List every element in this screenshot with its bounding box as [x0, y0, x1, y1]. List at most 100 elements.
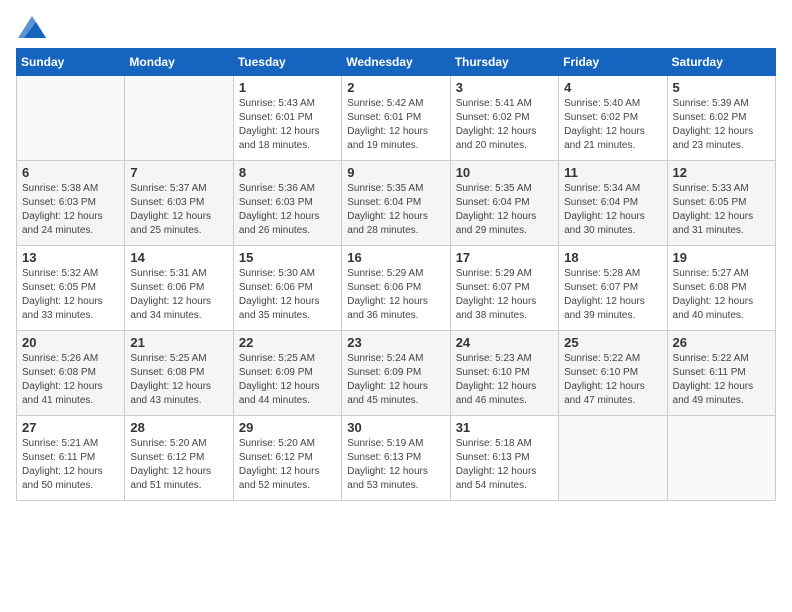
day-number: 26 — [673, 335, 770, 350]
day-number: 20 — [22, 335, 119, 350]
weekday-header-cell: Saturday — [667, 49, 775, 76]
day-number: 16 — [347, 250, 444, 265]
day-info: Sunrise: 5:25 AM Sunset: 6:09 PM Dayligh… — [239, 352, 336, 408]
day-number: 30 — [347, 420, 444, 435]
day-info: Sunrise: 5:35 AM Sunset: 6:04 PM Dayligh… — [347, 182, 444, 238]
calendar-cell: 29 Sunrise: 5:20 AM Sunset: 6:12 PM Dayli… — [233, 416, 341, 501]
day-number: 10 — [456, 165, 553, 180]
logo-icon — [18, 16, 46, 38]
day-info: Sunrise: 5:41 AM Sunset: 6:02 PM Dayligh… — [456, 97, 553, 153]
day-number: 9 — [347, 165, 444, 180]
page-header — [16, 16, 776, 38]
calendar-cell: 18 Sunrise: 5:28 AM Sunset: 6:07 PM Dayli… — [559, 246, 667, 331]
day-number: 29 — [239, 420, 336, 435]
day-info: Sunrise: 5:42 AM Sunset: 6:01 PM Dayligh… — [347, 97, 444, 153]
day-info: Sunrise: 5:23 AM Sunset: 6:10 PM Dayligh… — [456, 352, 553, 408]
day-info: Sunrise: 5:22 AM Sunset: 6:10 PM Dayligh… — [564, 352, 661, 408]
calendar-cell: 3 Sunrise: 5:41 AM Sunset: 6:02 PM Daylig… — [450, 76, 558, 161]
day-info: Sunrise: 5:18 AM Sunset: 6:13 PM Dayligh… — [456, 437, 553, 493]
weekday-header-cell: Friday — [559, 49, 667, 76]
day-number: 17 — [456, 250, 553, 265]
day-number: 6 — [22, 165, 119, 180]
day-info: Sunrise: 5:24 AM Sunset: 6:09 PM Dayligh… — [347, 352, 444, 408]
day-info: Sunrise: 5:36 AM Sunset: 6:03 PM Dayligh… — [239, 182, 336, 238]
calendar-cell: 19 Sunrise: 5:27 AM Sunset: 6:08 PM Dayli… — [667, 246, 775, 331]
day-number: 15 — [239, 250, 336, 265]
calendar-body: 1Sunrise: 5:43 AM Sunset: 6:01 PM Daylig… — [17, 76, 776, 501]
weekday-header-cell: Tuesday — [233, 49, 341, 76]
day-info: Sunrise: 5:35 AM Sunset: 6:04 PM Dayligh… — [456, 182, 553, 238]
calendar-cell: 4 Sunrise: 5:40 AM Sunset: 6:02 PM Daylig… — [559, 76, 667, 161]
calendar-cell: 30 Sunrise: 5:19 AM Sunset: 6:13 PM Dayli… — [342, 416, 450, 501]
calendar-cell: 17 Sunrise: 5:29 AM Sunset: 6:07 PM Dayli… — [450, 246, 558, 331]
day-number: 31 — [456, 420, 553, 435]
day-number: 27 — [22, 420, 119, 435]
day-info: Sunrise: 5:38 AM Sunset: 6:03 PM Dayligh… — [22, 182, 119, 238]
day-info: Sunrise: 5:19 AM Sunset: 6:13 PM Dayligh… — [347, 437, 444, 493]
calendar-week-row: 20 Sunrise: 5:26 AM Sunset: 6:08 PM Dayli… — [17, 331, 776, 416]
calendar-cell: 21Sunrise: 5:25 AM Sunset: 6:08 PM Dayli… — [125, 331, 233, 416]
day-info: Sunrise: 5:22 AM Sunset: 6:11 PM Dayligh… — [673, 352, 770, 408]
calendar-cell — [559, 416, 667, 501]
calendar-cell: 10 Sunrise: 5:35 AM Sunset: 6:04 PM Dayli… — [450, 161, 558, 246]
calendar-week-row: 1Sunrise: 5:43 AM Sunset: 6:01 PM Daylig… — [17, 76, 776, 161]
day-info: Sunrise: 5:20 AM Sunset: 6:12 PM Dayligh… — [239, 437, 336, 493]
day-number: 18 — [564, 250, 661, 265]
day-info: Sunrise: 5:25 AM Sunset: 6:08 PM Dayligh… — [130, 352, 227, 408]
calendar-cell: 9 Sunrise: 5:35 AM Sunset: 6:04 PM Daylig… — [342, 161, 450, 246]
calendar-cell: 25Sunrise: 5:22 AM Sunset: 6:10 PM Dayli… — [559, 331, 667, 416]
calendar-cell: 20 Sunrise: 5:26 AM Sunset: 6:08 PM Dayli… — [17, 331, 125, 416]
day-number: 3 — [456, 80, 553, 95]
day-number: 23 — [347, 335, 444, 350]
day-number: 8 — [239, 165, 336, 180]
calendar-cell: 13 Sunrise: 5:32 AM Sunset: 6:05 PM Dayli… — [17, 246, 125, 331]
calendar-cell: 8 Sunrise: 5:36 AM Sunset: 6:03 PM Daylig… — [233, 161, 341, 246]
weekday-header-cell: Thursday — [450, 49, 558, 76]
calendar-table: SundayMondayTuesdayWednesdayThursdayFrid… — [16, 48, 776, 501]
day-info: Sunrise: 5:29 AM Sunset: 6:07 PM Dayligh… — [456, 267, 553, 323]
calendar-cell: 6 Sunrise: 5:38 AM Sunset: 6:03 PM Daylig… — [17, 161, 125, 246]
weekday-header-cell: Wednesday — [342, 49, 450, 76]
day-number: 4 — [564, 80, 661, 95]
calendar-cell: 28Sunrise: 5:20 AM Sunset: 6:12 PM Dayli… — [125, 416, 233, 501]
calendar-cell: 31 Sunrise: 5:18 AM Sunset: 6:13 PM Dayli… — [450, 416, 558, 501]
day-info: Sunrise: 5:27 AM Sunset: 6:08 PM Dayligh… — [673, 267, 770, 323]
calendar-cell: 24 Sunrise: 5:23 AM Sunset: 6:10 PM Dayli… — [450, 331, 558, 416]
day-number: 2 — [347, 80, 444, 95]
calendar-cell: 27 Sunrise: 5:21 AM Sunset: 6:11 PM Dayli… — [17, 416, 125, 501]
day-info: Sunrise: 5:30 AM Sunset: 6:06 PM Dayligh… — [239, 267, 336, 323]
day-info: Sunrise: 5:39 AM Sunset: 6:02 PM Dayligh… — [673, 97, 770, 153]
weekday-header-cell: Sunday — [17, 49, 125, 76]
calendar-cell: 26 Sunrise: 5:22 AM Sunset: 6:11 PM Dayli… — [667, 331, 775, 416]
day-number: 7 — [130, 165, 227, 180]
day-number: 5 — [673, 80, 770, 95]
calendar-cell: 1Sunrise: 5:43 AM Sunset: 6:01 PM Daylig… — [233, 76, 341, 161]
day-info: Sunrise: 5:37 AM Sunset: 6:03 PM Dayligh… — [130, 182, 227, 238]
calendar-week-row: 6 Sunrise: 5:38 AM Sunset: 6:03 PM Daylig… — [17, 161, 776, 246]
day-info: Sunrise: 5:32 AM Sunset: 6:05 PM Dayligh… — [22, 267, 119, 323]
calendar-cell: 12Sunrise: 5:33 AM Sunset: 6:05 PM Dayli… — [667, 161, 775, 246]
day-info: Sunrise: 5:28 AM Sunset: 6:07 PM Dayligh… — [564, 267, 661, 323]
calendar-cell: 7 Sunrise: 5:37 AM Sunset: 6:03 PM Daylig… — [125, 161, 233, 246]
calendar-cell: 15 Sunrise: 5:30 AM Sunset: 6:06 PM Dayli… — [233, 246, 341, 331]
day-info: Sunrise: 5:29 AM Sunset: 6:06 PM Dayligh… — [347, 267, 444, 323]
calendar-cell — [17, 76, 125, 161]
day-info: Sunrise: 5:21 AM Sunset: 6:11 PM Dayligh… — [22, 437, 119, 493]
calendar-cell: 2 Sunrise: 5:42 AM Sunset: 6:01 PM Daylig… — [342, 76, 450, 161]
calendar-cell — [125, 76, 233, 161]
day-number: 19 — [673, 250, 770, 265]
day-number: 13 — [22, 250, 119, 265]
calendar-cell: 22 Sunrise: 5:25 AM Sunset: 6:09 PM Dayli… — [233, 331, 341, 416]
day-info: Sunrise: 5:33 AM Sunset: 6:05 PM Dayligh… — [673, 182, 770, 238]
calendar-cell: 23 Sunrise: 5:24 AM Sunset: 6:09 PM Dayli… — [342, 331, 450, 416]
calendar-week-row: 27 Sunrise: 5:21 AM Sunset: 6:11 PM Dayli… — [17, 416, 776, 501]
calendar-cell: 11Sunrise: 5:34 AM Sunset: 6:04 PM Dayli… — [559, 161, 667, 246]
logo — [16, 16, 46, 38]
day-number: 28 — [130, 420, 227, 435]
weekday-header-cell: Monday — [125, 49, 233, 76]
day-info: Sunrise: 5:40 AM Sunset: 6:02 PM Dayligh… — [564, 97, 661, 153]
calendar-cell — [667, 416, 775, 501]
day-info: Sunrise: 5:26 AM Sunset: 6:08 PM Dayligh… — [22, 352, 119, 408]
day-number: 22 — [239, 335, 336, 350]
day-number: 24 — [456, 335, 553, 350]
